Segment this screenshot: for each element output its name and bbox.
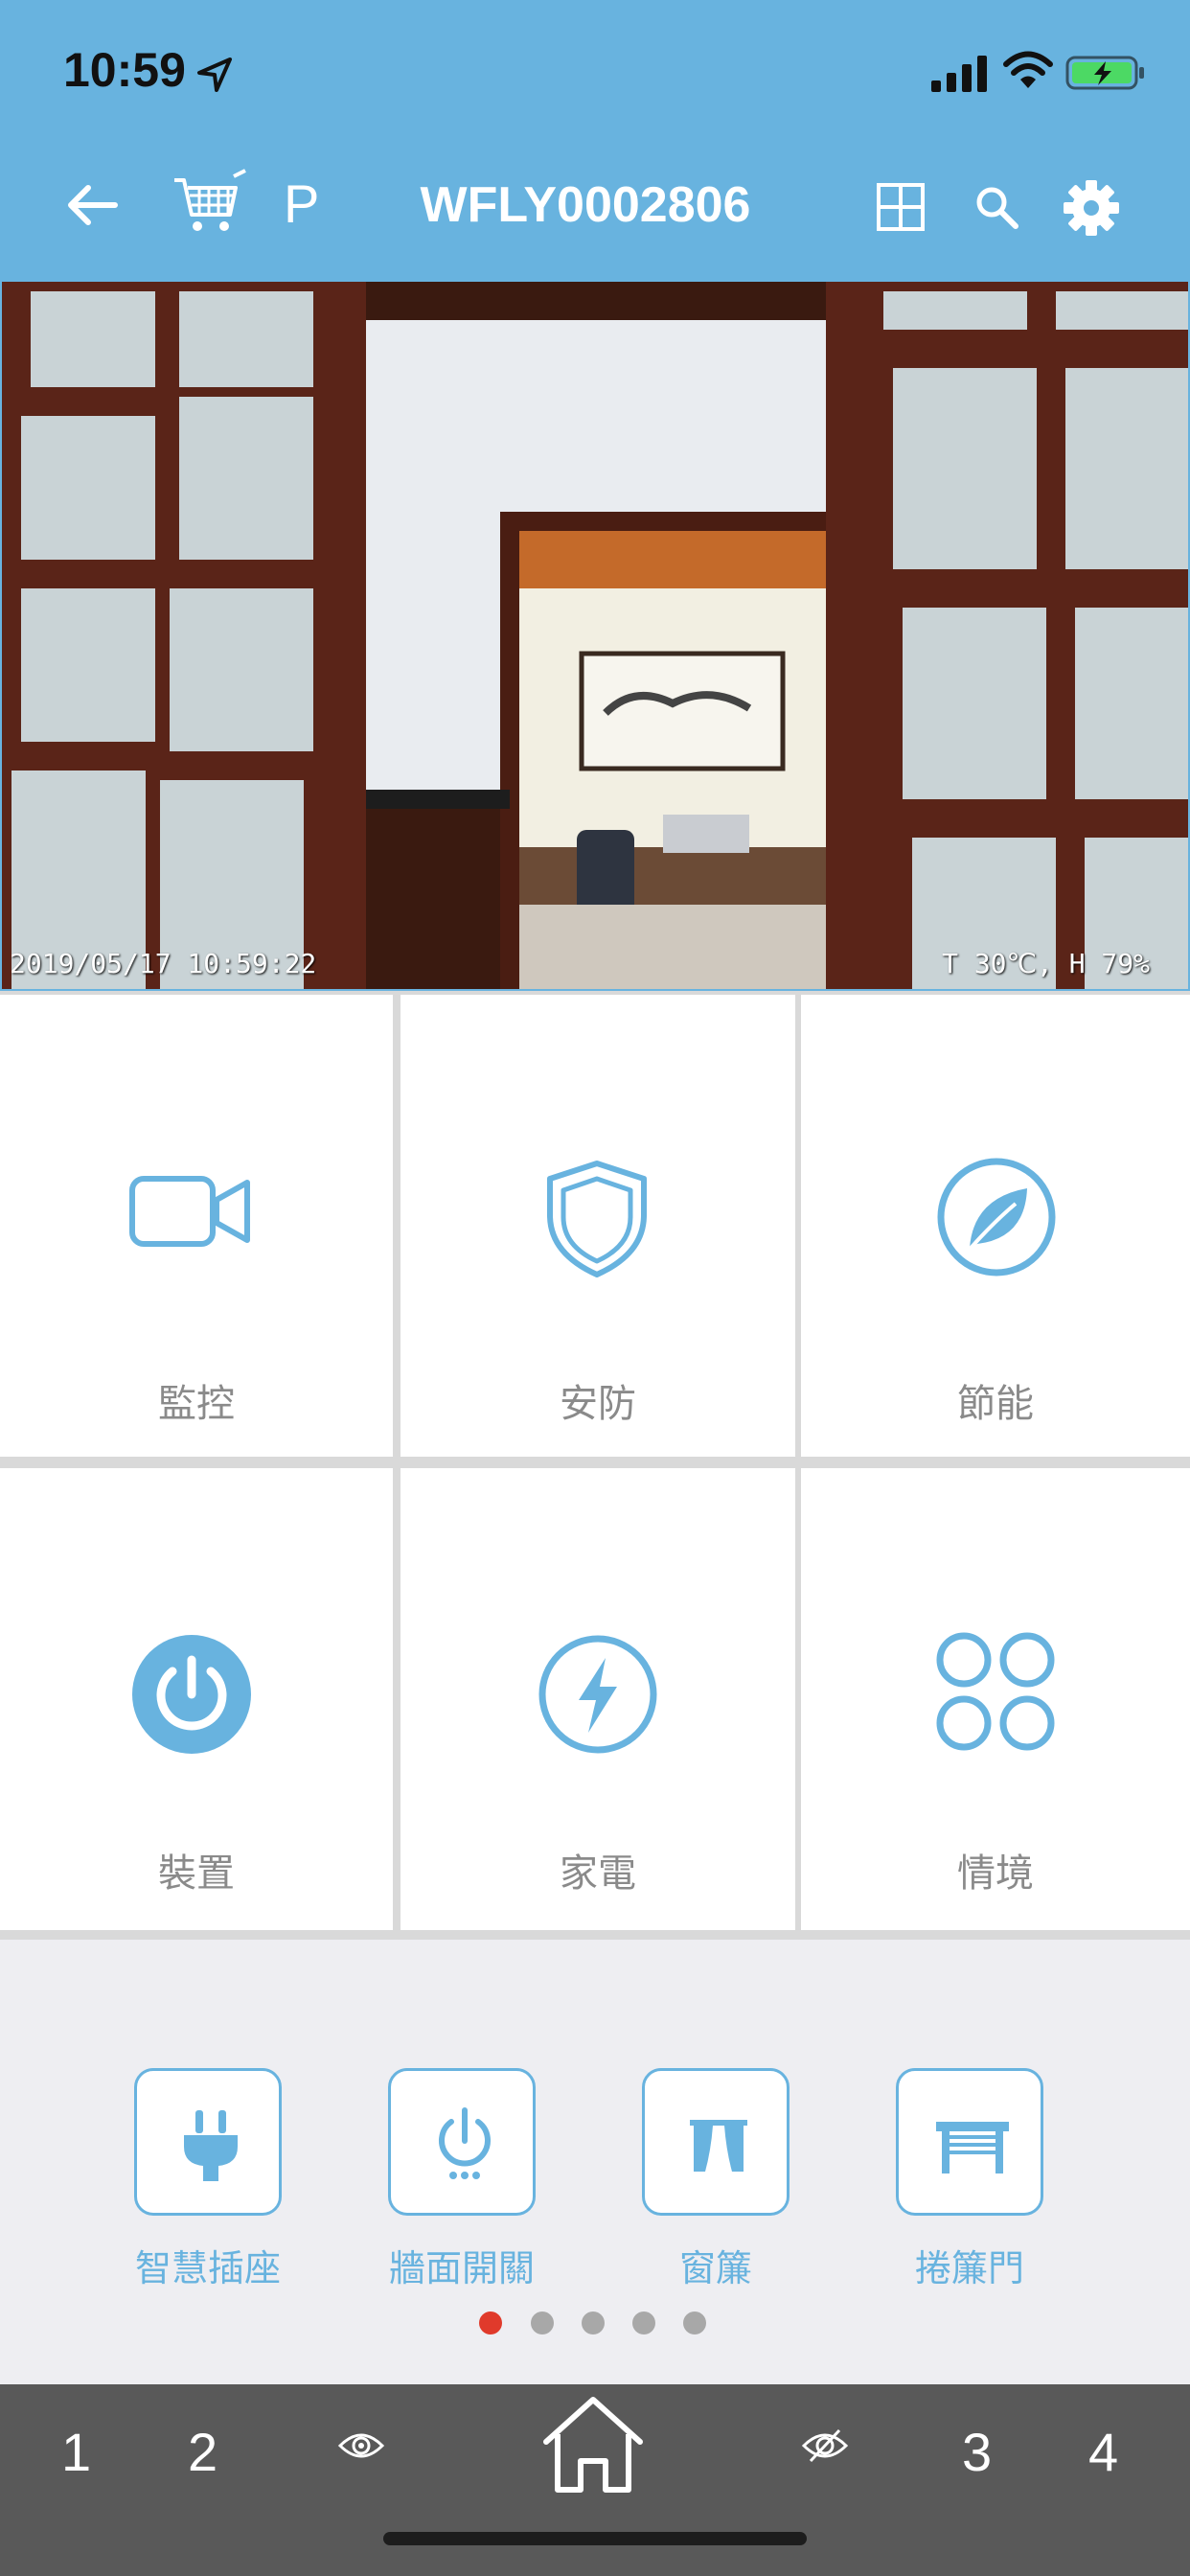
video-camera-icon: [129, 1176, 250, 1247]
preset-4-button[interactable]: 4: [1088, 2421, 1118, 2483]
preset-1-button[interactable]: 1: [61, 2421, 91, 2483]
preset-3-button[interactable]: 3: [962, 2421, 992, 2483]
home-icon[interactable]: [538, 2394, 648, 2496]
shortcut-label: 牆面開關: [388, 2247, 535, 2289]
category-security[interactable]: 安防: [400, 995, 795, 1457]
shopping-cart-icon[interactable]: [171, 167, 247, 238]
category-appliances[interactable]: 家電: [400, 1468, 795, 1930]
category-label: 安防: [560, 1382, 636, 1426]
curtain-icon: [690, 2120, 747, 2172]
category-energy[interactable]: 節能: [801, 995, 1190, 1457]
page-dot[interactable]: [531, 2312, 554, 2334]
p-button[interactable]: P: [284, 172, 319, 235]
cellular-signal-icon: [931, 56, 987, 92]
page-dot[interactable]: [632, 2312, 655, 2334]
camera-temp-humidity: T 30℃, H 79%: [942, 948, 1150, 979]
header: 10:59 P WFLY0002806: [0, 0, 1190, 280]
page-dot-active[interactable]: [479, 2312, 502, 2334]
power-icon: [132, 1635, 251, 1754]
category-label: 家電: [560, 1852, 636, 1896]
grid-layout-icon[interactable]: [876, 182, 926, 232]
shortcut-label: 窗簾: [678, 2247, 752, 2289]
camera-feed[interactable]: 2019/05/17 10:59:22 T 30℃, H 79%: [0, 280, 1190, 991]
bottom-toolbar: 1 2 3 4: [0, 2384, 1190, 2576]
rolling-door-icon: [936, 2122, 1009, 2174]
page-indicator: [0, 2312, 1190, 2334]
category-monitor[interactable]: 監控: [0, 995, 393, 1457]
shield-icon: [547, 1161, 647, 1277]
category-scenes[interactable]: 情境: [801, 1468, 1190, 1930]
preset-2-button[interactable]: 2: [188, 2421, 217, 2483]
back-arrow-icon[interactable]: [61, 176, 123, 234]
category-devices[interactable]: 裝置: [0, 1468, 393, 1930]
status-time: 10:59: [63, 43, 186, 97]
category-grid: 監控 安防 節能 裝置 家電 情境: [0, 991, 1190, 1940]
category-label: 情境: [957, 1852, 1034, 1896]
lightning-icon: [538, 1635, 657, 1754]
shortcut-label: 捲簾門: [914, 2247, 1024, 2289]
home-indicator: [383, 2532, 807, 2545]
shortcut-label: 智慧插座: [134, 2247, 281, 2289]
wifi-icon: [1003, 51, 1053, 88]
plug-icon: [184, 2110, 238, 2181]
location-arrow-icon: [197, 58, 232, 92]
search-icon[interactable]: [973, 184, 1019, 230]
battery-charging-icon: [1065, 56, 1144, 90]
four-circles-icon: [936, 1632, 1055, 1751]
eye-icon[interactable]: [337, 2428, 385, 2463]
category-label: 節能: [957, 1382, 1034, 1426]
page-dot[interactable]: [582, 2312, 605, 2334]
device-title: WFLY0002806: [420, 177, 751, 233]
page-dot[interactable]: [683, 2312, 706, 2334]
leaf-icon: [937, 1158, 1056, 1276]
camera-timestamp: 2019/05/17 10:59:22: [10, 948, 317, 979]
camera-image: [2, 282, 1188, 989]
eye-off-icon[interactable]: [801, 2426, 849, 2465]
settings-gear-icon[interactable]: [1062, 178, 1121, 238]
category-label: 監控: [158, 1382, 235, 1426]
wall-switch-icon: [439, 2107, 491, 2179]
category-label: 裝置: [158, 1852, 235, 1896]
